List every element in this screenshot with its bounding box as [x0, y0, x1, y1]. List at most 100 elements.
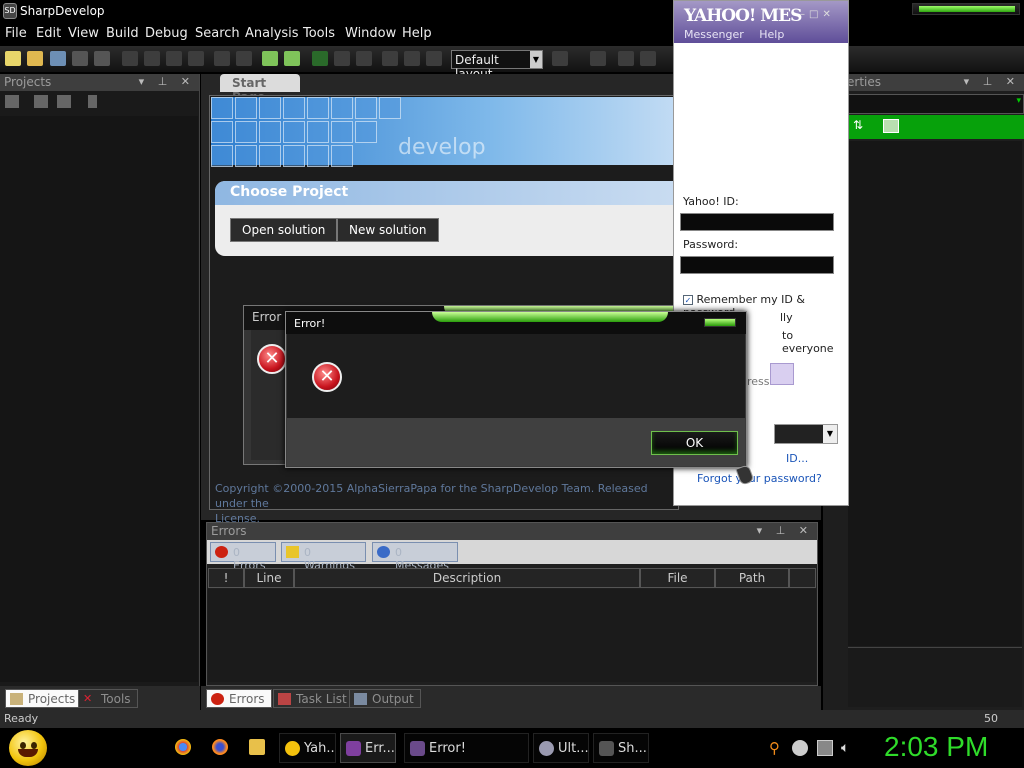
menu-help[interactable]: Help [402, 26, 432, 41]
new-file-icon[interactable] [5, 51, 21, 66]
new-solution-button[interactable]: New solution [337, 218, 439, 242]
redo-icon[interactable] [236, 51, 252, 66]
print-icon[interactable] [94, 51, 110, 66]
status-dropdown[interactable]: ▼ [774, 424, 838, 444]
column-line[interactable]: Line [244, 568, 294, 588]
search-icon[interactable]: ⚲ [769, 740, 785, 756]
delete-icon[interactable] [188, 51, 204, 66]
save-icon[interactable] [72, 51, 88, 66]
task-error-2[interactable]: Error! [404, 733, 529, 763]
menu-search[interactable]: Search [195, 26, 240, 41]
minus-circle-icon[interactable] [792, 740, 808, 756]
warnings-filter-button[interactable]: 0 Warnings [281, 542, 366, 572]
bookmark-icon[interactable] [640, 51, 656, 66]
collapse-all-icon[interactable] [5, 95, 19, 108]
cut-icon[interactable] [122, 51, 138, 66]
column-severity[interactable]: ! [208, 568, 244, 588]
banner-text: develop [398, 135, 486, 160]
refresh-icon[interactable] [57, 95, 71, 108]
sign-in-button[interactable] [770, 363, 794, 385]
find-icon[interactable] [618, 51, 634, 66]
column-path[interactable]: Path [715, 568, 789, 588]
step-out-icon[interactable] [426, 51, 442, 66]
step-into-icon[interactable] [404, 51, 420, 66]
menu-file[interactable]: File [5, 26, 27, 41]
navigate-forward-icon[interactable] [590, 51, 606, 66]
menu-analysis[interactable]: Analysis [245, 26, 299, 41]
tab-tools[interactable]: ✕ Tools [78, 689, 138, 708]
sort-icon[interactable]: ⇅ [853, 118, 863, 132]
menu-view[interactable]: View [68, 26, 99, 41]
task-yahoo[interactable]: Yah... [279, 733, 336, 763]
yahoo-password-label: Password: [683, 238, 739, 251]
menu-debug[interactable]: Debug [145, 26, 188, 41]
undo-icon[interactable] [214, 51, 230, 66]
yahoo-id-input[interactable] [680, 213, 834, 231]
volume-icon[interactable]: 🔈︎ [841, 740, 857, 756]
menu-tools[interactable]: Tools [303, 26, 335, 41]
get-id-link[interactable]: ID... [786, 452, 808, 465]
project-tree[interactable] [0, 116, 198, 682]
yahoo-menu-messenger[interactable]: Messenger [684, 28, 744, 41]
messages-filter-button[interactable]: 0 Messages [372, 542, 458, 572]
task-ultra-label: Ult... [558, 741, 589, 756]
yahoo-menu-help[interactable]: Help [759, 28, 784, 41]
column-file[interactable]: File [640, 568, 715, 588]
tab-errors[interactable]: Errors [206, 689, 272, 708]
clock[interactable]: 2:03 PM [884, 731, 988, 763]
status-number: 50 [984, 712, 998, 725]
chrome-icon[interactable] [175, 739, 191, 755]
firefox-icon[interactable] [212, 739, 228, 755]
forgot-password-link[interactable]: Forgot your password? [697, 472, 822, 485]
error-dialog-close-button[interactable] [704, 318, 736, 327]
yahoo-window-controls[interactable]: –□✕ [800, 9, 835, 20]
menu-window[interactable]: Window [345, 26, 396, 41]
folder-icon[interactable] [249, 739, 265, 755]
network-icon[interactable] [817, 740, 833, 756]
tab-start-page[interactable]: Start Page [220, 74, 300, 104]
property-grid[interactable] [848, 141, 1022, 646]
paste-icon[interactable] [166, 51, 182, 66]
tab-projects[interactable]: Projects [5, 689, 83, 708]
chevron-down-icon[interactable]: ▼ [530, 51, 542, 68]
errors-list[interactable] [208, 589, 816, 682]
run-icon[interactable] [312, 51, 328, 66]
bottom-panel-tabs: Errors Task List Output [201, 686, 821, 710]
run-without-debug-icon[interactable] [334, 51, 350, 66]
tab-output[interactable]: Output [349, 689, 421, 708]
rebuild-icon[interactable] [284, 51, 300, 66]
start-button[interactable] [9, 730, 47, 766]
copy-icon[interactable] [144, 51, 160, 66]
open-solution-button[interactable]: Open solution [230, 218, 338, 242]
ok-button[interactable]: OK [651, 431, 738, 455]
menu-edit[interactable]: Edit [36, 26, 61, 41]
tab-task-list[interactable]: Task List [273, 689, 354, 708]
window-caption-buttons[interactable] [912, 3, 1020, 15]
task-error-1[interactable]: Err... [340, 733, 396, 763]
build-icon[interactable] [262, 51, 278, 66]
task-ultra[interactable]: Ult... [533, 733, 589, 763]
step-over-icon[interactable] [382, 51, 398, 66]
errors-filter-button[interactable]: 0 Errors [210, 542, 276, 572]
chevron-down-icon[interactable]: ▾ [1016, 96, 1021, 106]
add-project-icon[interactable] [34, 95, 48, 108]
open-folder-icon[interactable] [27, 51, 43, 66]
error-icon [211, 693, 224, 705]
error-dialog-message-area: ✕ [287, 334, 745, 418]
navigate-back-icon[interactable] [552, 51, 568, 66]
panel-pin-close-icons[interactable]: ▾ ⊥ ✕ [757, 524, 813, 537]
properties-icon[interactable] [88, 95, 97, 108]
task-sharpdevelop[interactable]: Sh... [593, 733, 649, 763]
panel-pin-close-icons[interactable]: ▾ ⊥ ✕ [139, 75, 195, 88]
chevron-down-icon[interactable]: ▼ [823, 425, 837, 443]
stop-icon[interactable] [356, 51, 372, 66]
column-description[interactable]: Description [294, 568, 640, 588]
menu-build[interactable]: Build [106, 26, 139, 41]
categorized-icon[interactable] [883, 119, 899, 133]
sharpdevelop-app-icon[interactable]: SD [3, 3, 17, 19]
properties-object-select[interactable]: ▾ [848, 94, 1024, 114]
yahoo-password-input[interactable] [680, 256, 834, 274]
layout-dropdown[interactable]: Default layout ▼ [451, 50, 543, 81]
save-all-icon[interactable] [50, 51, 66, 66]
panel-pin-close-icons[interactable]: ▾ ⊥ ✕ [964, 75, 1020, 88]
